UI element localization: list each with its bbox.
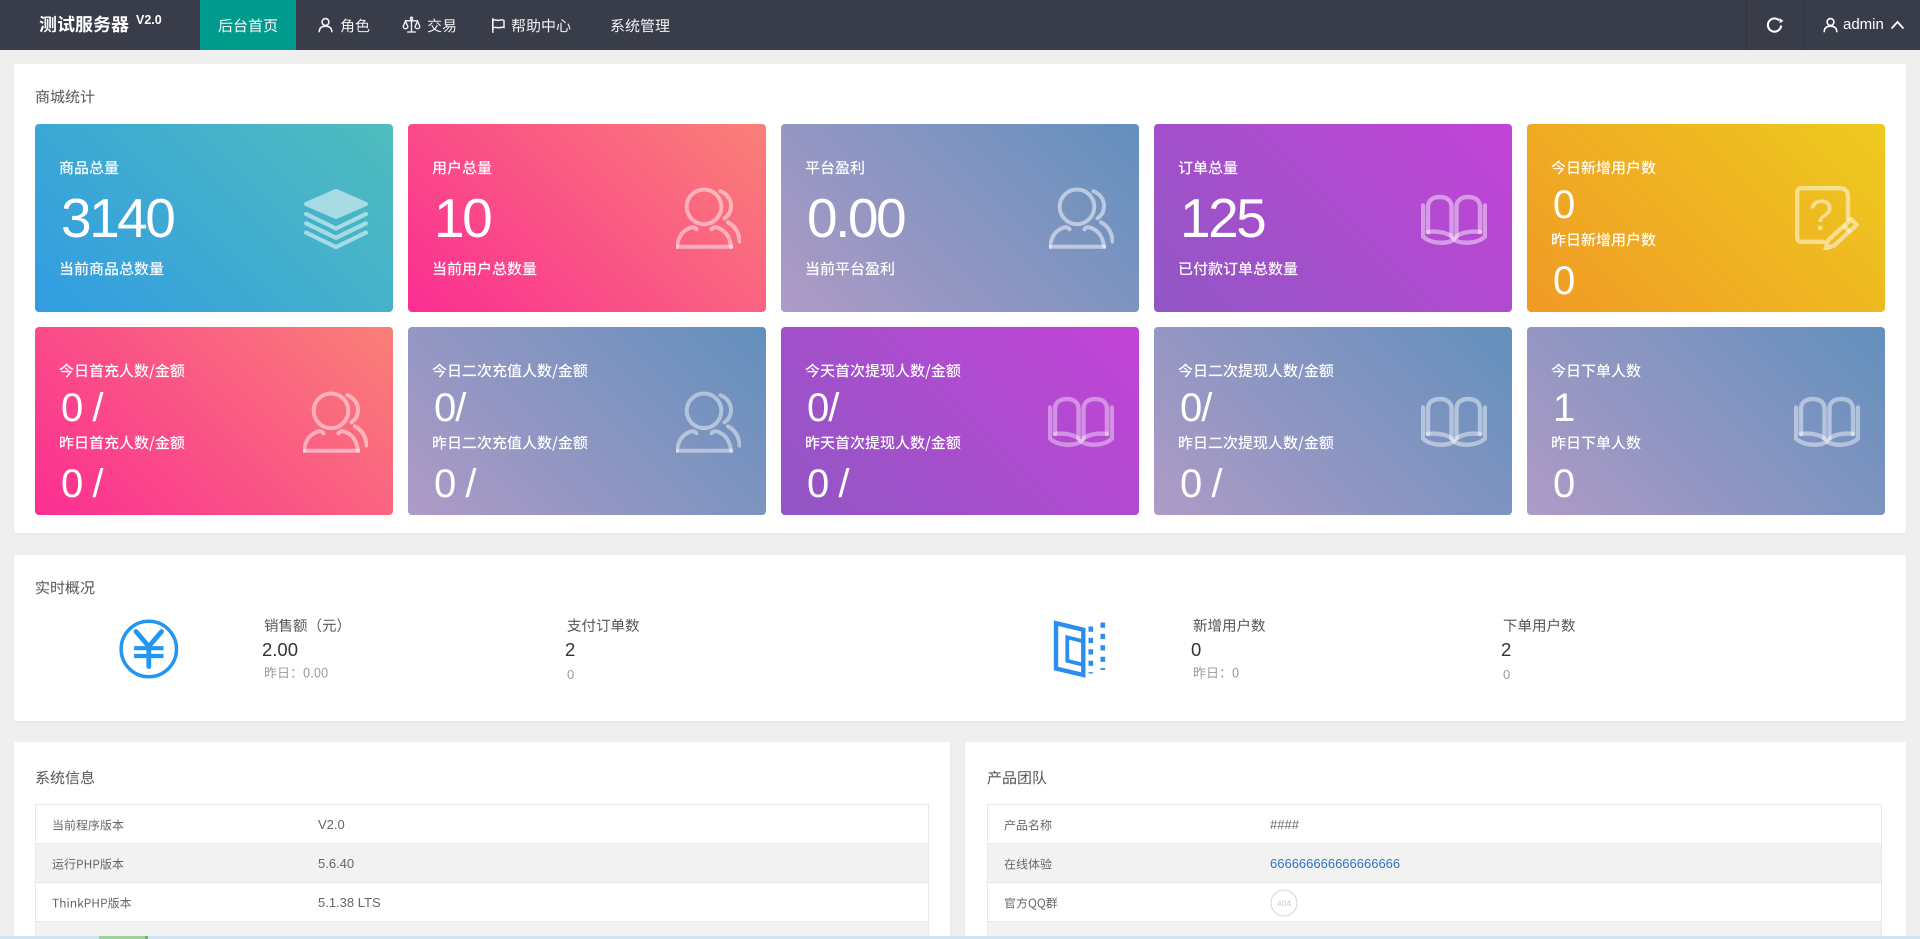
svg-text:404: 404 [1277,899,1291,909]
svg-text:?: ? [1809,191,1833,240]
